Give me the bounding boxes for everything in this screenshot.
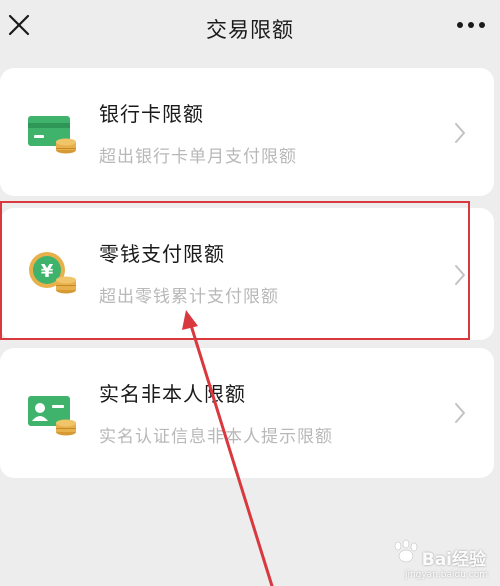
- watermark-url: jingyan.baidu.com: [404, 570, 488, 580]
- item-subtitle: 超出银行卡单月支付限额: [99, 147, 297, 167]
- yuan-coin-icon: ¥: [29, 252, 76, 294]
- list-item-change-payment-limit[interactable]: ¥ 零钱支付限额 超出零钱累计支付限额: [0, 208, 494, 340]
- list-item-bank-card-limit[interactable]: 银行卡限额 超出银行卡单月支付限额: [0, 68, 494, 196]
- svg-text:¥: ¥: [41, 261, 54, 282]
- item-subtitle: 超出零钱累计支付限额: [99, 287, 279, 307]
- id-card-icon: [28, 396, 76, 436]
- item-title: 实名非本人限额: [99, 382, 246, 406]
- item-title: 银行卡限额: [99, 102, 204, 126]
- item-subtitle: 实名认证信息非本人提示限额: [99, 427, 333, 447]
- bank-card-icon: [28, 116, 76, 154]
- chevron-right-icon: [455, 403, 465, 423]
- navigation-bar: 交易限额: [0, 0, 500, 56]
- chevron-right-icon: [455, 265, 465, 285]
- item-title: 零钱支付限额: [99, 242, 225, 266]
- more-options-icon[interactable]: [456, 18, 486, 32]
- list-item-real-name-limit[interactable]: 实名非本人限额 实名认证信息非本人提示限额: [0, 348, 494, 478]
- watermark-text: Bai经验: [421, 550, 486, 570]
- page-title: 交易限额: [206, 18, 294, 42]
- chevron-right-icon: [455, 123, 465, 143]
